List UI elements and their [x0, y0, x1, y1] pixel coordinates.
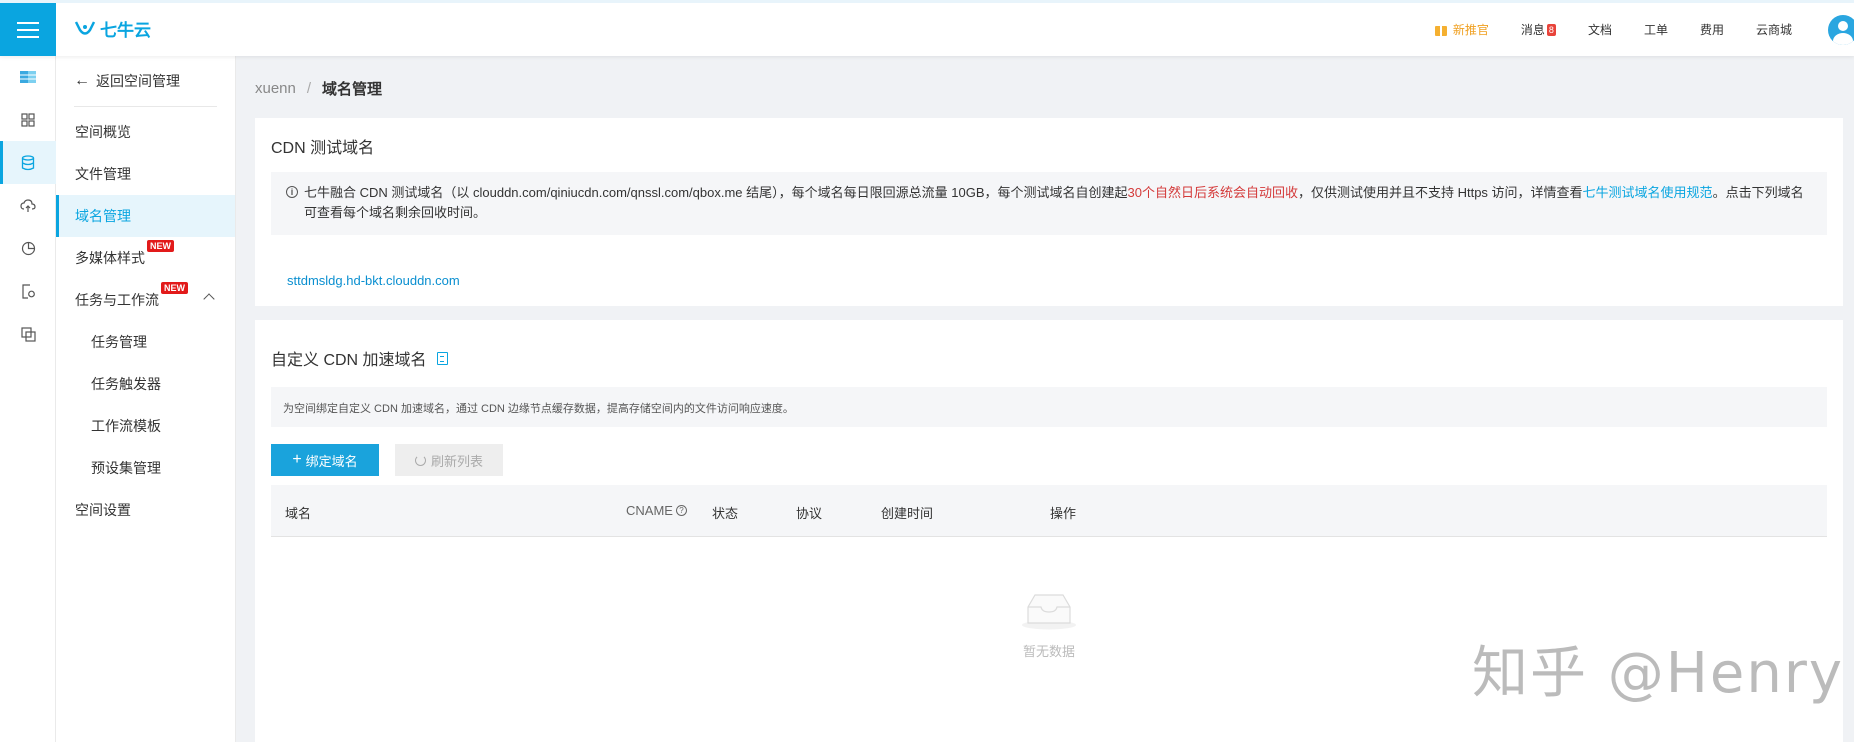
- column-protocol: 协议: [796, 506, 823, 521]
- column-cname: CNAME ?: [626, 503, 687, 518]
- breadcrumb-parent[interactable]: xuenn: [255, 80, 296, 97]
- user-avatar[interactable]: [1828, 14, 1854, 45]
- rail-apps[interactable]: [0, 98, 56, 141]
- question-icon[interactable]: ?: [675, 505, 687, 516]
- new-badge: NEW: [161, 282, 188, 294]
- rail-files[interactable]: [0, 270, 56, 313]
- file-search-icon: [21, 284, 35, 299]
- nav-billing[interactable]: 费用: [1700, 21, 1724, 38]
- breadcrumb: xuenn / 域名管理: [255, 78, 382, 99]
- message-count-badge: 8: [1546, 23, 1556, 36]
- new-badge: NEW: [147, 240, 174, 252]
- custom-cdn-domain-card: 自定义 CDN 加速域名 为空间绑定自定义 CDN 加速域名，通过 CDN 边缘…: [255, 320, 1843, 742]
- back-to-space-management[interactable]: ← 返回空间管理: [56, 56, 235, 106]
- menu-toggle-button[interactable]: [0, 3, 56, 56]
- chevron-up-icon: [203, 293, 215, 305]
- hamburger-icon-line: [17, 35, 39, 38]
- card-title: CDN 测试域名: [271, 140, 375, 157]
- card-title: 自定义 CDN 加速域名: [271, 346, 448, 370]
- refresh-list-label: 刷新列表: [430, 453, 483, 469]
- cdn-test-domain-card: CDN 测试域名 i 七牛融合 CDN 测试域名（以 clouddn.com/q…: [255, 118, 1843, 306]
- nav-promo[interactable]: 新推官: [1434, 21, 1489, 38]
- column-created-time: 创建时间: [881, 506, 934, 521]
- hamburger-icon-line: [17, 28, 39, 31]
- test-domain-link[interactable]: sttdmsldg.hd-bkt.clouddn.com: [287, 273, 460, 288]
- nav-messages-label: 消息: [1520, 23, 1545, 37]
- empty-box-icon: [1022, 594, 1076, 630]
- logo-text: 七牛云: [100, 21, 151, 40]
- column-domain: 域名: [285, 506, 312, 521]
- refresh-icon: [414, 454, 426, 466]
- sidebar-item-label: 任务与工作流: [75, 292, 159, 308]
- rail-copy[interactable]: [0, 313, 56, 356]
- column-cname-label: CNAME: [626, 503, 673, 518]
- sidebar-item-domains[interactable]: 域名管理: [56, 195, 235, 237]
- page-title: 域名管理: [322, 81, 383, 98]
- gift-icon: [1434, 23, 1447, 36]
- sidebar-item-workflows[interactable]: 任务与工作流 NEW: [56, 279, 235, 321]
- main-content: xuenn / 域名管理 CDN 测试域名 i 七牛融合 CDN 测试域名（以 …: [236, 56, 1854, 742]
- sidebar-item-workflow-templates[interactable]: 工作流模板: [56, 405, 235, 447]
- nav-market[interactable]: 云商城: [1756, 21, 1792, 38]
- info-icon: i: [286, 186, 298, 198]
- empty-text: 暂无数据: [1022, 644, 1075, 659]
- hamburger-icon-line: [17, 21, 39, 24]
- space-submenu: ← 返回空间管理 空间概览 文件管理 域名管理 多媒体样式 NEW 任务与工作流…: [56, 56, 236, 742]
- rail-storage[interactable]: [0, 141, 56, 184]
- document-icon[interactable]: [436, 351, 448, 365]
- top-header: 七牛云 新推官 消息 8 文档 工单 费用 云商城: [0, 0, 1854, 56]
- sidebar-item-overview[interactable]: 空间概览: [56, 111, 235, 153]
- apps-grid-icon: [21, 112, 35, 127]
- icon-rail: [0, 56, 56, 742]
- breadcrumb-separator: /: [306, 80, 312, 97]
- custom-domain-description: 为空间绑定自定义 CDN 加速域名，通过 CDN 边缘节点缓存数据，提高存储空间…: [271, 387, 1827, 427]
- qiniu-logo-icon: [74, 20, 96, 35]
- arrow-left-icon: ←: [74, 72, 90, 89]
- back-label: 返回空间管理: [96, 73, 180, 89]
- bucket-icon: [20, 71, 36, 83]
- plus-icon: +: [292, 451, 302, 468]
- cloud-upload-icon: [20, 198, 36, 212]
- refresh-list-button[interactable]: 刷新列表: [395, 444, 503, 476]
- logo[interactable]: 七牛云: [74, 16, 151, 41]
- sidebar-item-space-settings[interactable]: 空间设置: [56, 489, 235, 531]
- copy-icon: [20, 327, 36, 342]
- column-status: 状态: [712, 506, 739, 521]
- test-domain-rules-link[interactable]: 七牛测试域名使用规范: [1583, 185, 1713, 200]
- rail-bucket[interactable]: [0, 56, 56, 98]
- database-icon: [21, 154, 35, 170]
- notice-text: 七牛融合 CDN 测试域名（以 clouddn.com/qiniucdn.com…: [304, 185, 1128, 200]
- sidebar-item-label: 多媒体样式: [75, 250, 145, 266]
- bind-domain-button[interactable]: + 绑定域名: [271, 444, 379, 476]
- divider: [74, 106, 217, 107]
- empty-state: 暂无数据: [255, 590, 1843, 660]
- sidebar-item-presets[interactable]: 预设集管理: [56, 447, 235, 489]
- nav-messages[interactable]: 消息 8: [1521, 21, 1556, 38]
- nav-docs[interactable]: 文档: [1588, 21, 1612, 38]
- sidebar-item-files[interactable]: 文件管理: [56, 153, 235, 195]
- notice-warning-text: 30个自然日后系统会自动回收: [1127, 185, 1298, 200]
- sidebar-item-tasks[interactable]: 任务管理: [56, 321, 235, 363]
- domain-table-header: 域名 CNAME ? 状态 协议 创建时间 操作: [271, 485, 1827, 537]
- card-title-text: 自定义 CDN 加速域名: [271, 352, 427, 369]
- rail-stats[interactable]: [0, 227, 56, 270]
- sidebar-item-triggers[interactable]: 任务触发器: [56, 363, 235, 405]
- pie-chart-icon: [21, 241, 35, 256]
- column-actions: 操作: [1050, 506, 1077, 521]
- sidebar-item-media-styles[interactable]: 多媒体样式 NEW: [56, 237, 235, 279]
- bind-domain-label: 绑定域名: [305, 453, 358, 469]
- nav-promo-label: 新推官: [1452, 23, 1489, 37]
- test-domain-notice: i 七牛融合 CDN 测试域名（以 clouddn.com/qiniucdn.c…: [271, 172, 1827, 235]
- notice-text: ，仅供测试使用并且不支持 Https 访问，详情查看: [1297, 185, 1583, 200]
- nav-tickets[interactable]: 工单: [1644, 21, 1668, 38]
- top-nav: 新推官 消息 8 文档 工单 费用 云商城: [1434, 3, 1854, 56]
- rail-cdn[interactable]: [0, 184, 56, 227]
